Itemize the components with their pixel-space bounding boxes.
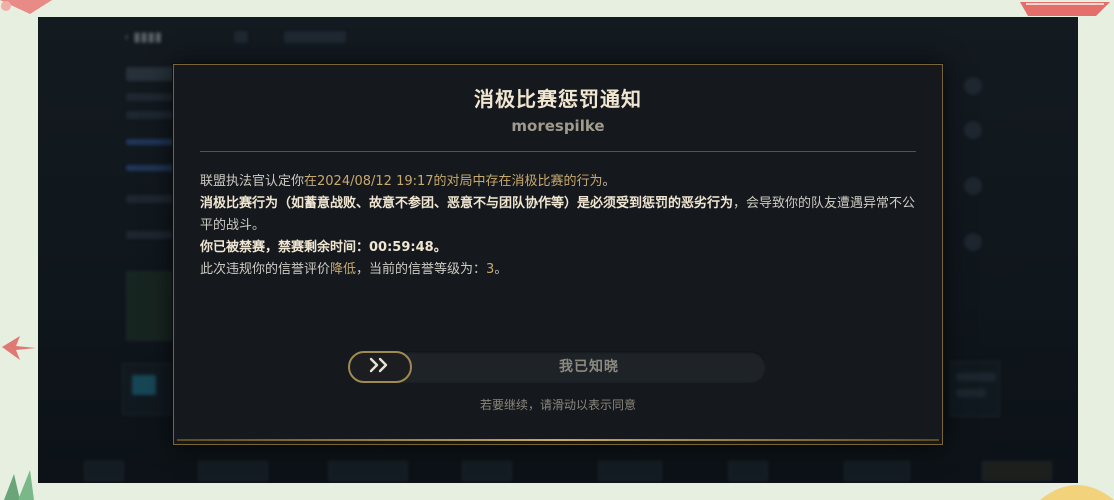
- blurred-bottom-button: [982, 461, 1052, 481]
- behavior-explanation: 消极比赛行为（如蓄意战败、故意不参团、恶意不与团队协作等）是必须受到惩罚的恶劣行…: [200, 193, 922, 237]
- slider-label: 我已知晓: [559, 359, 619, 375]
- divider: [200, 151, 916, 152]
- blurred-bottom-button: [844, 461, 910, 481]
- violation-detail: 在2024/08/12 19:17的对局中存在消极比赛的行为: [304, 174, 603, 189]
- blurred-header-item: [284, 31, 346, 43]
- blurred-header-item: [234, 31, 248, 43]
- backdrop-decoration-bottom-left-plant: [0, 452, 40, 500]
- blurred-right-icon: [964, 121, 982, 139]
- backdrop-decoration-left-star: [0, 332, 38, 362]
- blurred-check: [132, 375, 156, 395]
- blurred-right-text: [956, 389, 986, 397]
- blurred-bottom-button: [84, 461, 124, 481]
- blurred-right-icon: [964, 233, 982, 251]
- dialog-body: 联盟执法官认定你在2024/08/12 19:17的对局中存在消极比赛的行为。 …: [200, 171, 922, 281]
- double-chevron-right-icon: [368, 357, 392, 377]
- blurred-right-icon: [964, 177, 982, 195]
- slider-knob[interactable]: [348, 351, 412, 383]
- ban-status-line: 你已被禁赛，禁赛剩余时间：00:59:48。: [200, 237, 922, 259]
- summoner-name: morespilke: [511, 117, 605, 135]
- blurred-progress: [126, 165, 178, 171]
- ban-label: 你已被禁赛，禁赛剩余时间：: [200, 240, 370, 255]
- blurred-bottom-button: [598, 461, 662, 481]
- ban-remaining-time: 00:59:48: [369, 240, 434, 255]
- honor-prefix: 此次违规你的信誉评价: [200, 262, 331, 277]
- ban-end: 。: [433, 240, 447, 255]
- dialog-title: 消极比赛惩罚通知: [474, 87, 642, 111]
- penalty-notice-dialog: 消极比赛惩罚通知 morespilke 联盟执法官认定你在2024/08/12 …: [173, 64, 943, 445]
- behavior-definition: 消极比赛行为（如蓄意战败、故意不参团、恶意不与团队协作等）是必须受到惩罚的恶劣行…: [200, 196, 734, 211]
- blurred-right-text: [956, 373, 996, 381]
- blurred-card: [126, 271, 176, 341]
- blurred-bottom-button: [198, 461, 268, 481]
- blurred-bottom-button: [728, 461, 768, 481]
- honor-change: 降低: [330, 262, 357, 277]
- violation-line: 联盟执法官认定你在2024/08/12 19:17的对局中存在消极比赛的行为。: [200, 171, 922, 193]
- honor-middle: ，当前的信誉等级为：: [356, 262, 487, 277]
- blurred-left-text: [126, 231, 174, 239]
- slider-hint: 若要继续，请滑动以表示同意: [479, 398, 636, 412]
- blurred-left-text: [126, 195, 176, 203]
- honor-end: 。: [494, 262, 508, 277]
- violation-prefix: 联盟执法官认定你: [200, 174, 305, 189]
- back-button-blurred: ‹ ▮▮▮▮: [124, 30, 162, 45]
- violation-suffix: 。: [602, 174, 616, 189]
- blurred-bottom-button: [462, 461, 512, 481]
- blurred-right-icon: [964, 77, 982, 95]
- honor-line: 此次违规你的信誉评价降低，当前的信誉等级为：3。: [200, 259, 922, 281]
- blurred-bottom-button: [328, 461, 408, 481]
- slide-to-acknowledge[interactable]: 我已知晓: [348, 351, 766, 383]
